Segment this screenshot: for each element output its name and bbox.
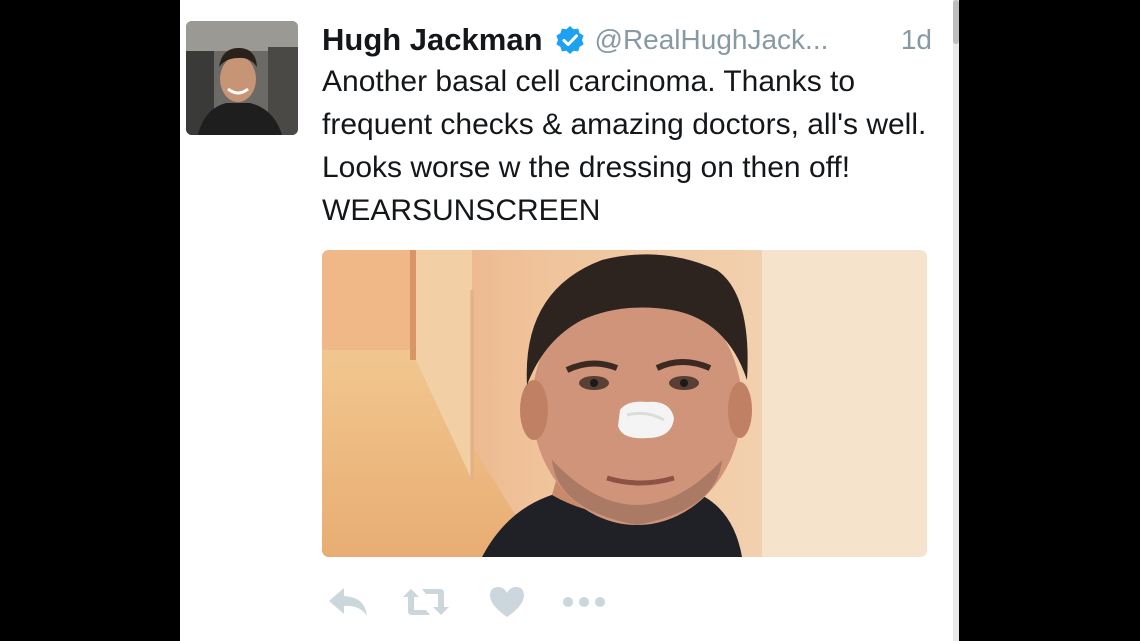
scrollbar[interactable]: [953, 0, 959, 641]
tweet-text: Another basal cell carcinoma. Thanks to …: [322, 65, 927, 227]
tweet-header: Hugh Jackman @RealHughJack... 1d: [322, 20, 932, 60]
more-icon[interactable]: [562, 585, 606, 619]
left-letterbox: [0, 0, 180, 641]
avatar[interactable]: [186, 21, 298, 135]
timestamp[interactable]: 1d: [901, 24, 932, 56]
heart-icon[interactable]: [488, 585, 526, 619]
retweet-icon[interactable]: [402, 585, 450, 619]
scrollbar-thumb[interactable]: [953, 0, 959, 44]
tweet-photo[interactable]: [322, 250, 927, 557]
display-name[interactable]: Hugh Jackman: [322, 22, 543, 58]
right-letterbox: [959, 0, 1140, 641]
profile-photo-image: [186, 21, 298, 135]
selfie-photo-image: [322, 250, 927, 557]
handle[interactable]: @RealHughJack...: [595, 24, 901, 56]
tweet-actions: [326, 582, 606, 622]
verified-badge-icon: [555, 25, 585, 55]
tweet-card: Hugh Jackman @RealHughJack... 1d Another…: [180, 0, 959, 641]
reply-icon[interactable]: [326, 585, 370, 619]
